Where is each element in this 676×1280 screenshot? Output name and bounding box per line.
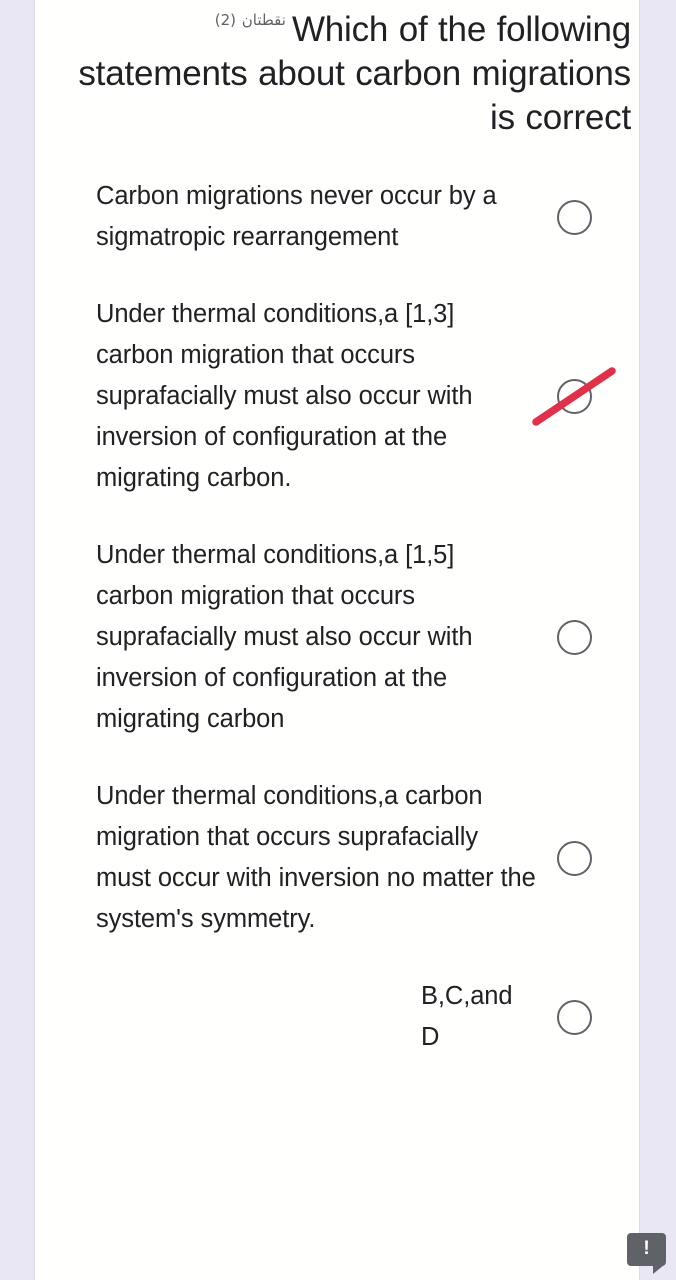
option-row-c[interactable]: Under thermal conditions,a [1,5] carbon … xyxy=(35,535,639,740)
radio-button-b[interactable] xyxy=(556,379,592,414)
option-row-e[interactable]: B,C,and D xyxy=(35,976,639,1058)
radio-wrap-e[interactable] xyxy=(536,999,612,1035)
radio-wrap-b[interactable] xyxy=(532,366,616,426)
option-label-b: Under thermal conditions,a [1,3] carbon … xyxy=(96,300,473,492)
exclamation-glyph: ! xyxy=(643,1238,650,1259)
question-card: نقطتان (2) Which of the following stateme… xyxy=(34,0,640,1280)
option-label-e: B,C,and D xyxy=(421,982,513,1051)
option-row-d[interactable]: Under thermal conditions,a carbon migrat… xyxy=(35,776,639,940)
options-list: Carbon migrations never occur by a sigma… xyxy=(35,176,639,1058)
radio-button-c[interactable] xyxy=(556,620,592,655)
page-background: نقطتان (2) Which of the following stateme… xyxy=(0,0,676,1280)
option-label-a: Carbon migrations never occur by a sigma… xyxy=(96,182,497,251)
page-title: Which of the following statements about … xyxy=(78,10,631,137)
radio-wrap-a[interactable] xyxy=(536,199,612,235)
radio-wrap-d[interactable] xyxy=(536,840,612,876)
option-label-c: Under thermal conditions,a [1,5] carbon … xyxy=(96,541,473,733)
points-badge: نقطتان (2) xyxy=(214,11,286,29)
option-row-b[interactable]: Under thermal conditions,a [1,3] carbon … xyxy=(35,294,639,499)
radio-button-d[interactable] xyxy=(556,840,592,876)
option-row-a[interactable]: Carbon migrations never occur by a sigma… xyxy=(35,176,639,258)
radio-wrap-c[interactable] xyxy=(536,620,612,655)
radio-button-a[interactable] xyxy=(556,199,592,235)
option-label-d: Under thermal conditions,a carbon migrat… xyxy=(96,782,536,933)
radio-button-e[interactable] xyxy=(556,999,592,1035)
exclamation-bubble-icon[interactable]: ! xyxy=(627,1233,666,1274)
question-header: نقطتان (2) Which of the following stateme… xyxy=(35,0,639,140)
question-title-block: نقطتان (2) Which of the following stateme… xyxy=(45,8,631,140)
